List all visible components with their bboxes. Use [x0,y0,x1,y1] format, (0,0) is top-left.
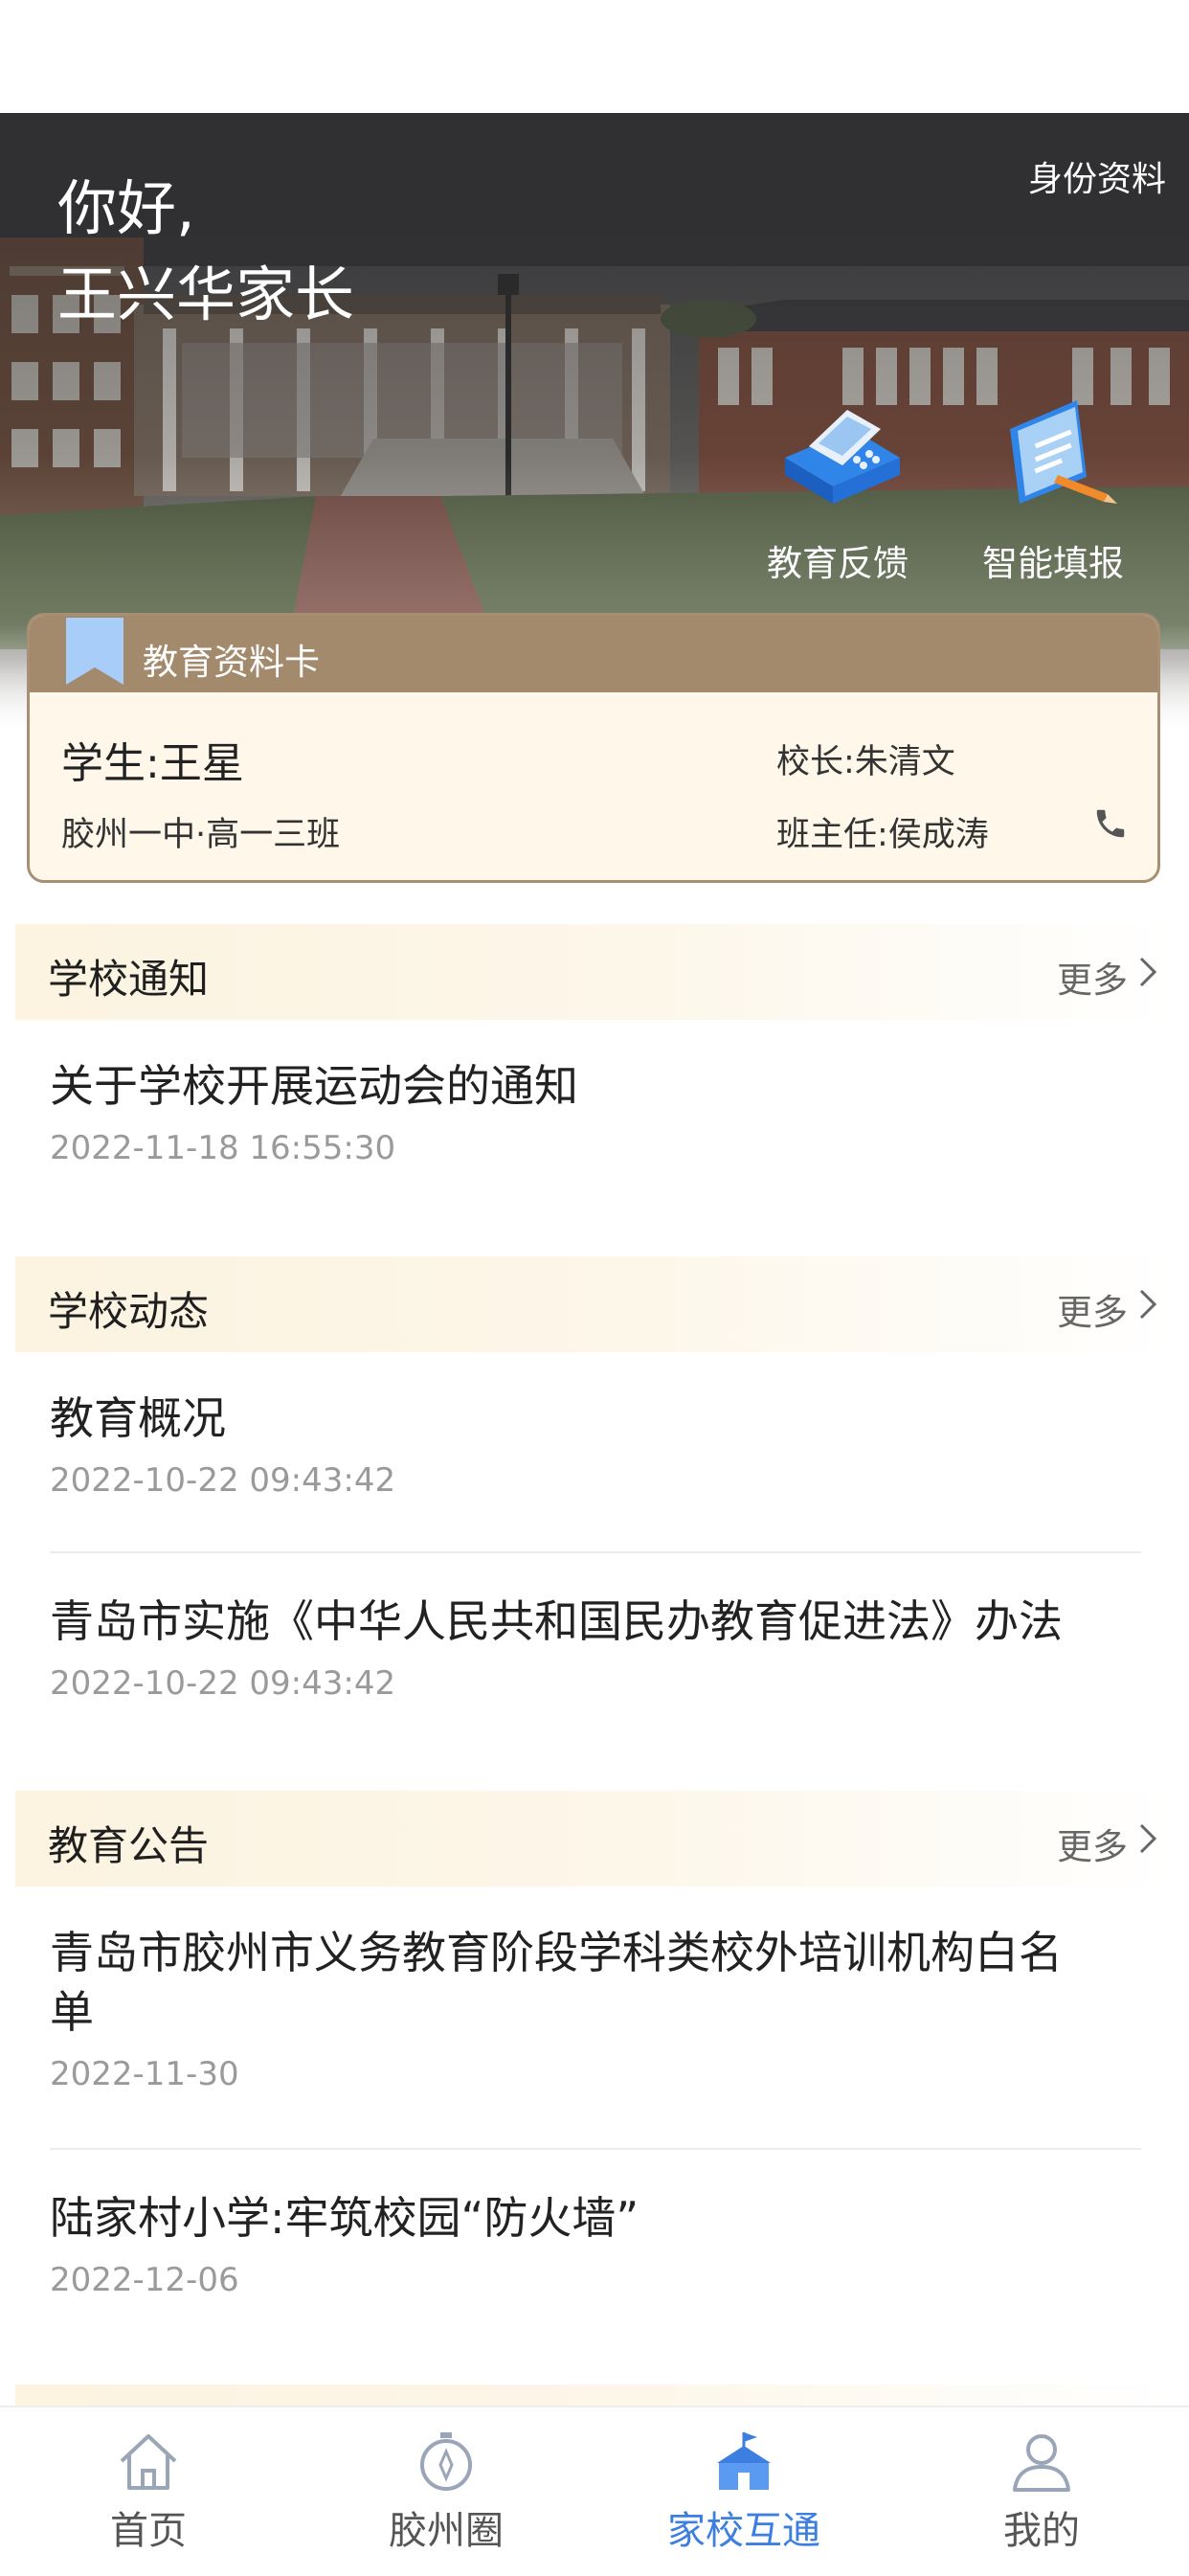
item-title-line-2: 单 [50,1986,94,2038]
education-feedback-label: 教育反馈 [767,543,909,584]
tab-jiaozhou-circle[interactable]: 胶州圈 [350,2429,542,2555]
chevron-right-icon[interactable] [1135,953,1160,991]
list-item[interactable]: 青岛市实施《中华人民共和国民办教育促进法》办法 2022-10-22 09:43… [50,1592,1141,1703]
school-notice-header: 学校通知 更多 [15,924,1174,1020]
chevron-right-icon[interactable] [1135,1285,1160,1323]
item-date: 2022-10-22 09:43:42 [50,1461,396,1500]
education-feedback-button[interactable]: 教育反馈 [752,391,924,586]
item-title: 陆家村小学:牢筑校园“防火墙” [50,2192,639,2244]
education-info-card: 教育资料卡 学生:王星 胶州一中·高一三班 校长:朱清文 班主任:侯成涛 [27,613,1160,883]
list-item[interactable]: 关于学校开展运动会的通知 2022-11-18 16:55:30 [50,1056,1141,1167]
tab-label: 我的 [1003,2509,1080,2553]
school-class: 胶州一中·高一三班 [61,816,341,854]
section-title: 教育公告 [48,1822,210,1869]
section-title: 学校动态 [48,1288,210,1335]
item-title-line-1: 青岛市胶州市义务教育阶段学科类校外培训机构白名 [50,1927,1063,1978]
greeting: 你好, 王兴华家长 [57,166,354,338]
item-title: 青岛市实施《中华人民共和国民办教育促进法》办法 [50,1595,1063,1647]
list-item[interactable]: 教育概况 2022-10-22 09:43:42 [50,1389,1141,1500]
divider [50,1551,1141,1553]
card-header: 教育资料卡 [30,616,1157,692]
greeting-line-1: 你好, [57,173,195,243]
identity-info-link[interactable]: 身份资料 [1028,151,1166,201]
item-title: 教育概况 [50,1392,226,1444]
report-pencil-icon [1010,400,1117,504]
principal-name: 校长:朱清文 [776,743,955,781]
card-title: 教育资料卡 [143,642,320,683]
tab-home-school[interactable]: 家校互通 [648,2429,840,2555]
divider [50,2148,1141,2150]
status-bar [0,0,1189,113]
tab-label: 首页 [110,2509,187,2553]
school-news-header: 学校动态 更多 [15,1256,1174,1352]
next-section-header [15,2384,1174,2406]
item-date: 2022-11-30 [50,2055,239,2093]
list-item[interactable]: 陆家村小学:牢筑校园“防火墙” 2022-12-06 [50,2188,1141,2299]
bookmark-icon [66,618,123,685]
student-name: 学生:王星 [61,739,244,788]
list-item[interactable]: 青岛市胶州市义务教育阶段学科类校外培训机构白名 单 2022-11-30 [50,1923,1141,2093]
smart-report-button[interactable]: 智能填报 [967,391,1139,586]
home-icon [120,2434,177,2490]
tab-home[interactable]: 首页 [53,2429,244,2555]
tab-label: 胶州圈 [389,2509,504,2553]
school-icon [717,2432,771,2490]
tab-mine[interactable]: 我的 [946,2429,1137,2555]
chevron-right-icon[interactable] [1135,1819,1160,1858]
more-link[interactable]: 更多 [1057,1283,1128,1335]
section-title: 学校通知 [48,956,210,1003]
more-link[interactable]: 更多 [1057,951,1128,1003]
phone-icon[interactable] [1092,805,1129,842]
education-announcement-header: 教育公告 更多 [15,1791,1174,1887]
item-date: 2022-11-18 16:55:30 [50,1129,396,1167]
parent-name: 王兴华家长 [57,260,355,329]
item-title: 关于学校开展运动会的通知 [50,1060,578,1112]
item-date: 2022-12-06 [50,2261,239,2299]
head-teacher-name: 班主任:侯成涛 [776,816,989,854]
more-link[interactable]: 更多 [1057,1818,1128,1869]
tab-label: 家校互通 [667,2509,820,2553]
compass-icon [420,2432,472,2491]
fax-machine-icon [785,410,900,504]
smart-report-label: 智能填报 [982,543,1124,584]
user-icon [1013,2434,1070,2492]
bottom-tab-bar: 首页 胶州圈 家校互通 我的 [0,2406,1189,2576]
item-date: 2022-10-22 09:43:42 [50,1664,396,1703]
